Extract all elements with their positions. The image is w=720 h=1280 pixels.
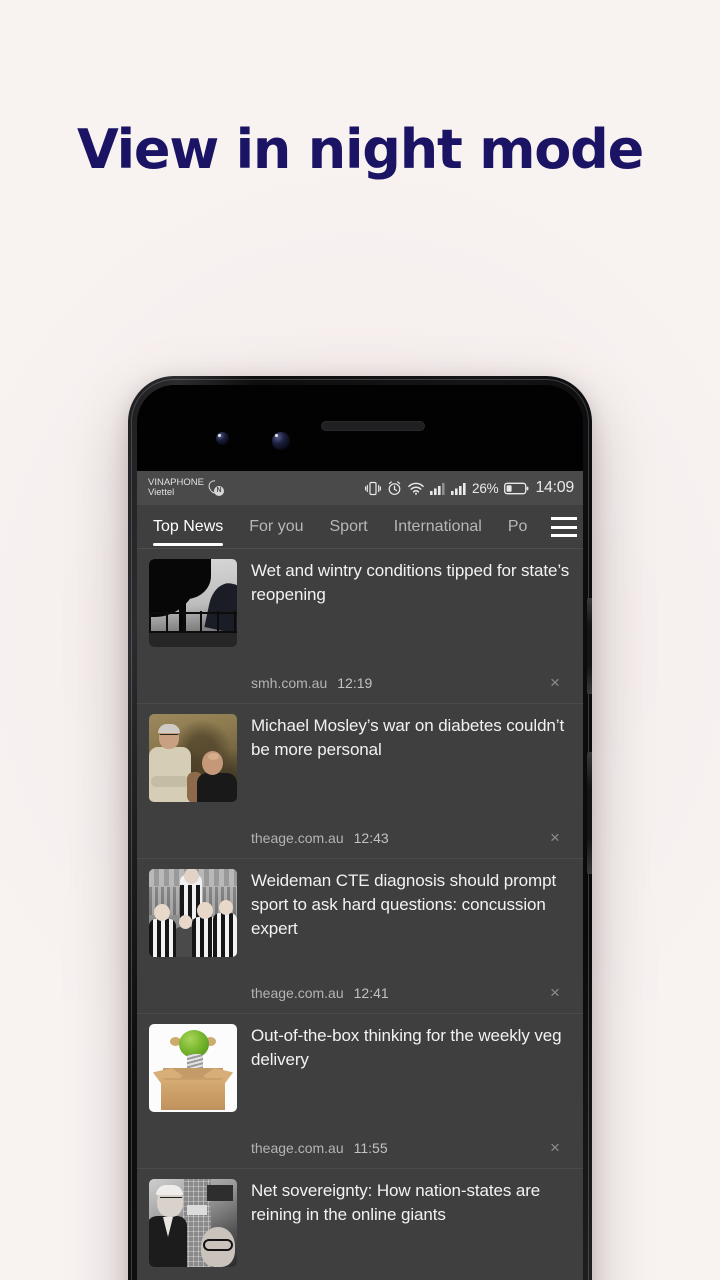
article-source: theage.com.au xyxy=(251,985,344,1001)
tab-list: Top News For you Sport International Po xyxy=(137,505,583,548)
men-with-glasses-photo xyxy=(149,1179,237,1267)
alarm-icon xyxy=(388,480,401,495)
article-title[interactable]: Wet and wintry conditions tipped for sta… xyxy=(251,559,571,607)
article-body: Wet and wintry conditions tipped for sta… xyxy=(237,559,571,703)
dismiss-article-button[interactable]: × xyxy=(543,981,567,1005)
tab-international[interactable]: International xyxy=(394,505,482,548)
dismiss-article-button[interactable]: × xyxy=(543,671,567,695)
battery-percent-label: 26% xyxy=(472,480,499,496)
clock-label: 14:09 xyxy=(535,479,574,496)
article-thumbnail xyxy=(149,869,237,957)
article-card[interactable]: Out-of-the-box thinking for the weekly v… xyxy=(137,1014,583,1169)
article-card[interactable]: Net sovereignty: How nation-states are r… xyxy=(137,1169,583,1280)
status-icons: 26% 14:09 xyxy=(365,479,574,497)
hamburger-menu-icon[interactable] xyxy=(549,514,579,540)
article-thumbnail xyxy=(149,714,237,802)
phone-top-bezel xyxy=(137,385,583,471)
article-body: Out-of-the-box thinking for the weekly v… xyxy=(237,1024,571,1168)
nfc-icon-label: N xyxy=(213,486,224,496)
tab-sport[interactable]: Sport xyxy=(330,505,368,548)
article-card[interactable]: Wet and wintry conditions tipped for sta… xyxy=(137,549,583,704)
cabbage-in-box-photo xyxy=(149,1024,237,1112)
dismiss-article-button[interactable]: × xyxy=(543,1136,567,1160)
tab-politics[interactable]: Po xyxy=(508,505,528,548)
carrier-info: VINAPHONE Viettel N xyxy=(148,477,225,498)
article-body: Net sovereignty: How nation-states are r… xyxy=(237,1179,571,1280)
earpiece-speaker xyxy=(321,421,425,431)
article-thumbnail xyxy=(149,1179,237,1267)
status-bar: VINAPHONE Viettel N 26% 14:09 xyxy=(137,471,583,505)
article-card[interactable]: Weideman CTE diagnosis should prompt spo… xyxy=(137,859,583,1014)
article-time: 11:55 xyxy=(353,1140,388,1156)
battery-icon xyxy=(504,482,529,494)
dismiss-article-button[interactable]: × xyxy=(543,826,567,850)
umbrella-silhouette-photo xyxy=(149,559,237,647)
article-thumbnail xyxy=(149,559,237,647)
phone-screen-bezel: VINAPHONE Viettel N 26% 14:09 Top News F… xyxy=(137,385,583,1280)
article-card[interactable]: Michael Mosley’s war on diabetes couldn’… xyxy=(137,704,583,859)
article-title[interactable]: Net sovereignty: How nation-states are r… xyxy=(251,1179,571,1227)
article-meta: smh.com.au 12:19 xyxy=(251,675,372,691)
tab-for-you[interactable]: For you xyxy=(249,505,303,548)
article-title[interactable]: Weideman CTE diagnosis should prompt spo… xyxy=(251,869,571,941)
article-source: theage.com.au xyxy=(251,1140,344,1156)
nfc-icon: N xyxy=(205,477,225,497)
article-time: 12:19 xyxy=(337,675,373,691)
power-button[interactable] xyxy=(587,752,592,874)
camera-glint-1 xyxy=(218,434,221,437)
camera-glint-2 xyxy=(275,434,278,437)
article-meta: theage.com.au 12:43 xyxy=(251,830,389,846)
article-meta: theage.com.au 12:41 xyxy=(251,985,389,1001)
article-body: Weideman CTE diagnosis should prompt spo… xyxy=(237,869,571,1013)
article-source: smh.com.au xyxy=(251,675,328,691)
signal-icon-1 xyxy=(430,482,445,495)
article-time: 12:41 xyxy=(353,985,389,1001)
footballers-photo xyxy=(149,869,237,957)
article-title[interactable]: Michael Mosley’s war on diabetes couldn’… xyxy=(251,714,571,762)
article-body: Michael Mosley’s war on diabetes couldn’… xyxy=(237,714,571,858)
tab-top-news[interactable]: Top News xyxy=(153,505,224,548)
vibrate-icon xyxy=(365,481,382,495)
wifi-icon xyxy=(408,482,424,495)
two-men-outdoors-photo xyxy=(149,714,237,802)
phone-device-frame: VINAPHONE Viettel N 26% 14:09 Top News F… xyxy=(128,376,592,1280)
carrier-secondary-label: Viettel xyxy=(148,487,175,498)
phone-screen: VINAPHONE Viettel N 26% 14:09 Top News F… xyxy=(137,471,583,1280)
page-title: View in night mode xyxy=(76,118,644,181)
article-meta: theage.com.au 11:55 xyxy=(251,1140,388,1156)
article-time: 12:43 xyxy=(353,830,389,846)
article-thumbnail xyxy=(149,1024,237,1112)
volume-button[interactable] xyxy=(587,598,592,694)
signal-icon-2 xyxy=(451,482,466,495)
news-feed-list[interactable]: Wet and wintry conditions tipped for sta… xyxy=(137,549,583,1280)
article-source: theage.com.au xyxy=(251,830,344,846)
article-title[interactable]: Out-of-the-box thinking for the weekly v… xyxy=(251,1024,571,1072)
category-tab-bar: Top News For you Sport International Po xyxy=(137,505,583,549)
